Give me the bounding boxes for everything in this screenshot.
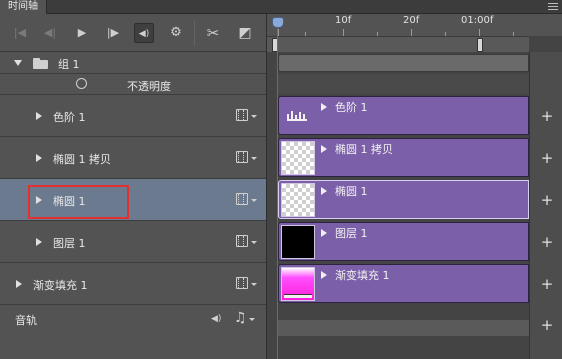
film-strip-icon[interactable] (236, 277, 248, 289)
layer-thumbnail (281, 225, 315, 259)
gradient-thumbnail (281, 267, 315, 301)
playhead-handle-icon[interactable] (272, 17, 284, 28)
ruler-label: 01:00f (461, 15, 494, 26)
layer-row-opacity[interactable]: 不透明度 (0, 74, 266, 95)
expand-triangle-icon[interactable] (16, 280, 22, 288)
timeline-tab[interactable]: 时间轴 (0, 0, 47, 14)
stopwatch-icon[interactable] (76, 78, 87, 89)
expand-triangle-icon[interactable] (321, 187, 327, 195)
add-media-plus-icon[interactable]: + (540, 151, 554, 166)
add-media-column: + + + + + + (529, 52, 562, 359)
expand-triangle-icon[interactable] (36, 154, 42, 162)
layer-row-layer1[interactable]: 图层 1 (0, 221, 266, 263)
track-label: 图层 1 (335, 227, 368, 240)
track-label: 椭圆 1 拷贝 (335, 143, 393, 156)
add-media-plus-icon[interactable]: + (540, 318, 554, 333)
film-strip-icon[interactable] (236, 109, 248, 121)
chevron-down-icon[interactable] (251, 115, 257, 118)
add-media-plus-icon[interactable]: + (540, 193, 554, 208)
audio-toggle-button[interactable]: ◀) (134, 23, 154, 43)
film-strip-icon[interactable] (236, 235, 248, 247)
opacity-keyframe-lane[interactable] (278, 74, 529, 94)
settings-gear-icon[interactable]: ⚙ (166, 23, 186, 43)
expand-triangle-icon[interactable] (36, 238, 42, 246)
expand-triangle-icon[interactable] (36, 112, 42, 120)
layer-row-ellipse-copy[interactable]: 椭圆 1 拷贝 (0, 137, 266, 179)
collapse-triangle-icon[interactable] (14, 60, 22, 66)
work-area-bar[interactable] (267, 36, 529, 52)
chevron-down-icon[interactable] (251, 157, 257, 160)
playhead-line[interactable] (277, 28, 278, 359)
layer-label: 图层 1 (53, 237, 86, 250)
next-frame-button[interactable]: |▶ (103, 23, 123, 43)
expand-triangle-icon[interactable] (321, 145, 327, 153)
chevron-down-icon[interactable] (251, 241, 257, 244)
add-media-plus-icon[interactable]: + (540, 235, 554, 250)
music-note-icon[interactable]: ♫ (234, 310, 247, 326)
add-media-plus-icon[interactable]: + (540, 277, 554, 292)
layer-row-gradient-fill[interactable]: 渐变填充 1 (0, 263, 266, 305)
audio-track-lane[interactable] (278, 320, 529, 336)
levels-icon (281, 99, 315, 133)
expand-triangle-icon[interactable] (321, 271, 327, 279)
layer-thumbnail (281, 183, 315, 217)
layer-label: 色阶 1 (53, 111, 86, 124)
track-label: 渐变填充 1 (335, 269, 390, 282)
first-frame-button[interactable]: |◀ (10, 23, 30, 43)
folder-icon (33, 58, 48, 69)
toolbar-divider (194, 20, 195, 46)
film-strip-icon[interactable] (236, 151, 248, 163)
speaker-icon[interactable]: ◀) (211, 313, 223, 325)
layer-label: 椭圆 1 拷贝 (53, 153, 111, 166)
timeline-track[interactable]: 色阶 1 (278, 96, 529, 135)
timeline-track[interactable]: 渐变填充 1 (278, 264, 529, 303)
track-label: 色阶 1 (335, 101, 368, 114)
selection-highlight-box (28, 185, 129, 219)
film-strip-icon[interactable] (236, 193, 248, 205)
ruler-label: 20f (403, 15, 420, 26)
timeline-area: 10f 20f 01:00f 色阶 1 椭圆 1 拷贝 椭圆 1 图层 1 渐变… (266, 14, 562, 359)
split-scissors-icon[interactable]: ✂ (203, 23, 223, 43)
time-ruler[interactable]: 10f 20f 01:00f (267, 14, 562, 36)
chevron-down-icon[interactable] (251, 283, 257, 286)
layer-row-levels[interactable]: 色阶 1 (0, 95, 266, 137)
layer-row-group[interactable]: 组 1 (0, 52, 266, 74)
layer-thumbnail (281, 141, 315, 175)
opacity-property-label: 不透明度 (127, 80, 171, 93)
panel-tab-bar: 时间轴 (0, 0, 562, 14)
expand-triangle-icon[interactable] (321, 229, 327, 237)
chevron-down-icon[interactable] (249, 318, 255, 321)
ruler-label: 10f (335, 15, 352, 26)
expand-triangle-icon[interactable] (321, 103, 327, 111)
timeline-track[interactable]: 椭圆 1 拷贝 (278, 138, 529, 177)
timeline-track[interactable]: 图层 1 (278, 222, 529, 261)
timeline-track-selected[interactable]: 椭圆 1 (278, 180, 529, 219)
layers-panel: |◀ ◀| ▶ |▶ ◀) ⚙ ✂ ◩ 组 1 不透明度 色阶 1 椭圆 1 拷… (0, 14, 266, 359)
group-label: 组 1 (58, 58, 80, 71)
play-button[interactable]: ▶ (72, 23, 92, 43)
panel-menu-icon[interactable] (546, 1, 560, 12)
chevron-down-icon[interactable] (251, 199, 257, 202)
layer-label: 渐变填充 1 (33, 279, 88, 292)
audio-track-label: 音轨 (15, 314, 37, 327)
work-area-end-handle[interactable] (477, 38, 483, 52)
add-media-plus-icon[interactable]: + (540, 109, 554, 124)
prev-frame-button[interactable]: ◀| (40, 23, 60, 43)
playback-toolbar: |◀ ◀| ▶ |▶ ◀) ⚙ ✂ ◩ (0, 14, 266, 52)
audio-track-row[interactable]: 音轨 ◀) ♫ (0, 305, 266, 333)
transition-icon[interactable]: ◩ (235, 23, 255, 43)
group-track[interactable] (278, 54, 529, 72)
track-label: 椭圆 1 (335, 185, 368, 198)
